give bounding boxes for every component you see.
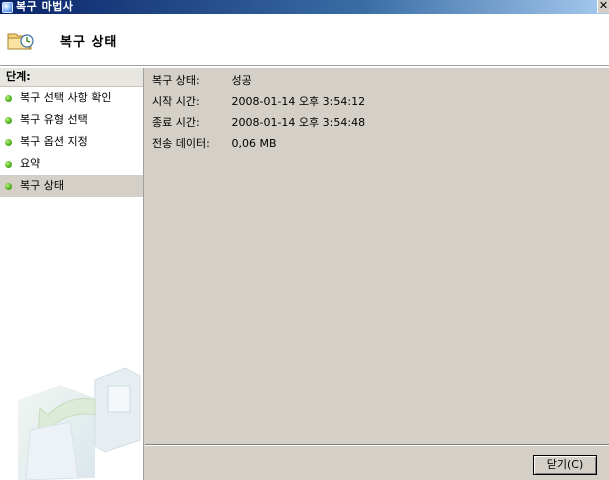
- steps-heading: 단계:: [0, 68, 143, 87]
- page-title: 복구 상태: [60, 35, 118, 50]
- step-complete-icon: [5, 117, 12, 124]
- status-row-transferred: 전송 데이터: 0,06 MB: [152, 137, 277, 151]
- step-label: 복구 상태: [20, 179, 64, 192]
- step-complete-icon: [5, 139, 12, 146]
- status-label: 종료 시간:: [152, 116, 200, 129]
- step-item-summary: 요약: [0, 153, 143, 175]
- step-item-recovery-status: 복구 상태: [0, 175, 143, 197]
- step-complete-icon: [5, 95, 12, 102]
- step-label: 요약: [20, 157, 41, 170]
- step-complete-icon: [5, 183, 12, 190]
- step-item-confirm-recovery: 복구 선택 사항 확인: [0, 87, 143, 109]
- status-label: 복구 상태:: [152, 74, 200, 87]
- folder-clock-icon: [7, 33, 34, 50]
- window-title: 복구 마법사: [16, 0, 74, 13]
- steps-panel: 단계: 복구 선택 사항 확인 복구 유형 선택 복구 옵션 지정 요약 복구 …: [0, 68, 144, 480]
- status-row-end-time: 종료 시간: 2008-01-14 오후 3:54:48: [152, 116, 365, 130]
- status-label: 시작 시간:: [152, 95, 200, 108]
- status-label: 전송 데이터:: [152, 137, 210, 150]
- wizard-header: 복구 상태: [0, 14, 609, 66]
- recovery-wizard-window: 복구 마법사 ✕ 복구 상태 단계: 복구 선택 사항 확인 복구 유형 선택 …: [0, 0, 609, 480]
- window-close-button[interactable]: ✕: [597, 0, 609, 13]
- close-button[interactable]: 닫기(C): [533, 455, 597, 475]
- status-row-result: 복구 상태: 성공: [152, 74, 252, 88]
- title-bar[interactable]: 복구 마법사 ✕: [0, 0, 609, 14]
- step-item-recovery-options: 복구 옵션 지정: [0, 131, 143, 153]
- status-value: 2008-01-14 오후 3:54:12: [231, 95, 366, 108]
- wizard-app-icon: [2, 1, 13, 13]
- step-label: 복구 선택 사항 확인: [20, 91, 112, 104]
- recovery-watermark-icon: [0, 340, 143, 480]
- status-value: 성공: [231, 74, 252, 87]
- status-value: 2008-01-14 오후 3:54:48: [231, 116, 366, 129]
- status-value: 0,06 MB: [231, 137, 277, 150]
- step-label: 복구 옵션 지정: [20, 135, 88, 148]
- status-row-start-time: 시작 시간: 2008-01-14 오후 3:54:12: [152, 95, 365, 109]
- footer-divider: [145, 444, 609, 446]
- status-content: 복구 상태: 성공 시작 시간: 2008-01-14 오후 3:54:12 종…: [145, 68, 609, 444]
- step-label: 복구 유형 선택: [20, 113, 88, 126]
- step-item-recovery-type: 복구 유형 선택: [0, 109, 143, 131]
- step-complete-icon: [5, 161, 12, 168]
